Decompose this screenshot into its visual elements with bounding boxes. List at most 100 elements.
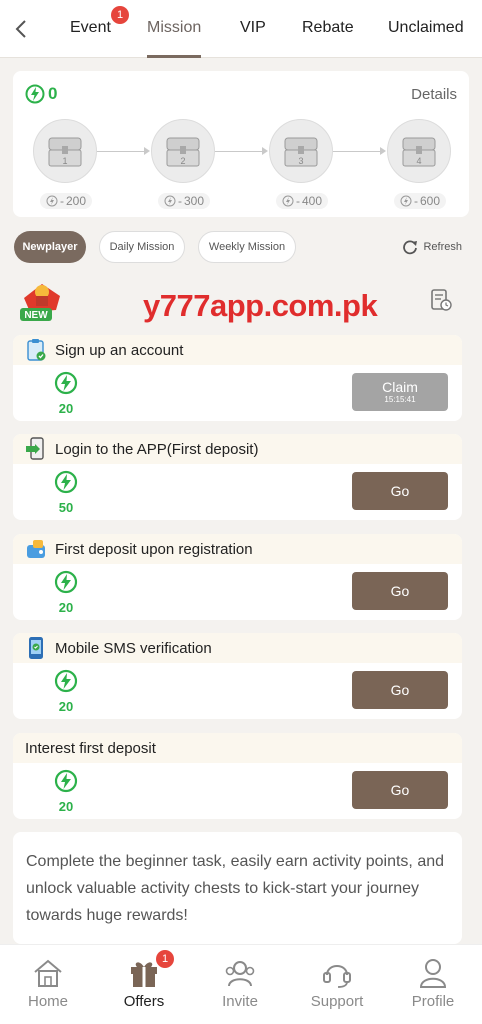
clipboard-icon <box>27 339 46 361</box>
task-reward-value: 20 <box>58 699 74 714</box>
nav-home[interactable]: Home <box>3 957 93 1010</box>
mobile-icon <box>29 637 43 659</box>
activity-points: 0 <box>25 84 57 104</box>
chest-1[interactable]: 1 <box>33 119 97 183</box>
treasure-chest-icon: 2 <box>166 137 200 167</box>
tab-vip[interactable]: VIP <box>240 19 266 37</box>
task-title: Interest first deposit <box>25 739 156 757</box>
task-reward: 20 <box>53 769 79 814</box>
filter-daily-mission[interactable]: Daily Mission <box>99 231 185 263</box>
headset-icon <box>323 965 351 988</box>
treasure-chest-icon: 1 <box>48 137 82 167</box>
tab-unclaimed[interactable]: Unclaimed <box>388 19 464 37</box>
task-reward: 20 <box>53 371 79 416</box>
chest-cost-1: -200 <box>40 193 93 209</box>
nav-offers[interactable]: Offers <box>99 957 189 1010</box>
chest-connector-arrow <box>144 147 150 155</box>
task-reward: 20 <box>53 669 79 714</box>
task-title: Login to the APP(First deposit) <box>55 440 259 458</box>
lightning-icon <box>164 195 176 207</box>
chest-connector-arrow <box>262 147 268 155</box>
svg-text:3: 3 <box>298 156 303 166</box>
svg-text:4: 4 <box>416 156 421 166</box>
claim-button[interactable]: Claim 15:15:41 <box>352 373 448 411</box>
tab-rebate[interactable]: Rebate <box>302 19 354 37</box>
wallet-icon <box>27 540 45 558</box>
chest-progress-card: 0 Details 1 2 3 4 - 200 - 300 - 400 - 60… <box>13 71 469 217</box>
task-header: Sign up an account <box>13 335 462 365</box>
back-arrow-icon[interactable] <box>10 14 34 44</box>
svg-text:2: 2 <box>180 156 185 166</box>
task-record-icon[interactable] <box>429 288 453 312</box>
active-tab-indicator <box>147 55 201 58</box>
filter-weekly-mission[interactable]: Weekly Mission <box>198 231 296 263</box>
go-button[interactable]: Go <box>352 771 448 809</box>
tab-event[interactable]: Event <box>70 19 111 37</box>
points-value: 0 <box>48 84 58 103</box>
bottom-nav: Home Offers 1 Invite Support Profile <box>0 944 482 1024</box>
task-reward-value: 20 <box>58 799 74 814</box>
event-badge: 1 <box>111 6 129 24</box>
chest-connector <box>97 151 147 152</box>
home-icon <box>34 959 62 987</box>
lightning-icon <box>282 195 294 207</box>
top-nav: Event 1 Mission VIP Rebate Unclaimed <box>0 0 482 58</box>
task-card: Login to the APP(First deposit) 50 Go <box>13 434 462 520</box>
offers-badge: 1 <box>156 950 174 968</box>
lightning-icon <box>25 84 45 104</box>
refresh-icon <box>403 240 418 255</box>
chest-3[interactable]: 3 <box>269 119 333 183</box>
svg-text:1: 1 <box>62 156 67 166</box>
chest-4[interactable]: 4 <box>387 119 451 183</box>
task-reward-value: 20 <box>58 600 74 615</box>
profile-icon <box>419 959 447 988</box>
invite-icon <box>225 961 255 987</box>
svg-text:NEW: NEW <box>24 310 48 321</box>
lightning-icon <box>54 769 78 793</box>
treasure-chest-icon: 3 <box>284 137 318 167</box>
task-header: First deposit upon registration <box>13 534 462 564</box>
chest-cost-2: -300 <box>158 193 211 209</box>
task-card: Mobile SMS verification 20 Go <box>13 633 462 719</box>
task-header: Interest first deposit <box>13 733 462 763</box>
task-card: First deposit upon registration 20 Go <box>13 534 462 620</box>
tab-mission[interactable]: Mission <box>147 19 201 37</box>
refresh-button[interactable]: Refresh <box>401 238 462 256</box>
task-reward: 50 <box>53 470 79 515</box>
nav-invite[interactable]: Invite <box>195 957 285 1010</box>
new-player-gift-logo: NEW <box>20 284 60 321</box>
treasure-chest-icon: 4 <box>402 137 436 167</box>
mission-description: Complete the beginner task, easily earn … <box>13 832 462 944</box>
go-button[interactable]: Go <box>352 572 448 610</box>
task-title: Sign up an account <box>55 341 184 359</box>
chest-cost-3: -400 <box>276 193 329 209</box>
task-reward-value: 50 <box>58 500 74 515</box>
claim-timer: 15:15:41 <box>384 395 416 404</box>
go-button[interactable]: Go <box>352 472 448 510</box>
watermark-text: y777app.com.pk <box>143 288 378 323</box>
details-link[interactable]: Details <box>411 86 457 103</box>
task-reward: 20 <box>53 570 79 615</box>
lightning-icon <box>54 371 78 395</box>
task-title: Mobile SMS verification <box>55 639 212 657</box>
task-title: First deposit upon registration <box>55 540 253 558</box>
chest-connector-arrow <box>380 147 386 155</box>
lightning-icon <box>400 195 412 207</box>
filter-newplayer[interactable]: Newplayer <box>14 231 86 263</box>
lightning-icon <box>54 669 78 693</box>
lightning-icon <box>54 470 78 494</box>
lightning-icon <box>54 570 78 594</box>
task-header: Login to the APP(First deposit) <box>13 434 462 464</box>
task-card: Interest first deposit 20 Go <box>13 733 462 819</box>
task-reward-value: 20 <box>58 401 74 416</box>
chest-connector <box>215 151 265 152</box>
nav-support[interactable]: Support <box>292 957 382 1010</box>
go-button[interactable]: Go <box>352 671 448 709</box>
task-header: Mobile SMS verification <box>13 633 462 663</box>
phone-login-icon <box>26 437 44 460</box>
chest-connector <box>333 151 383 152</box>
lightning-icon <box>46 195 58 207</box>
chest-2[interactable]: 2 <box>151 119 215 183</box>
nav-profile[interactable]: Profile <box>388 957 478 1010</box>
task-card: Sign up an account 20 Claim 15:15:41 <box>13 335 462 421</box>
